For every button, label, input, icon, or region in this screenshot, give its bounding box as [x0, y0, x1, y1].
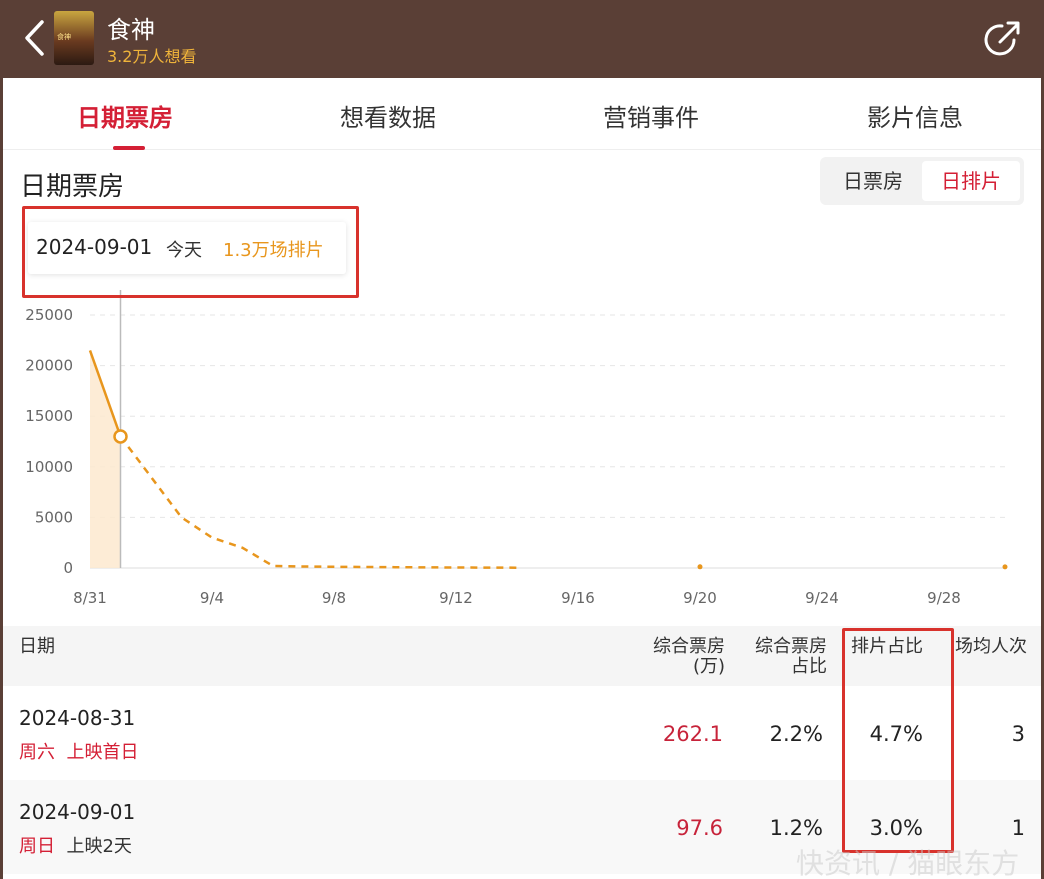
x-tick-label: 9/12 — [439, 589, 473, 607]
screening-share-highlight-box — [842, 628, 954, 853]
tab-daily-box-office[interactable]: 日期票房 — [77, 98, 173, 133]
active-tab-indicator — [113, 146, 145, 150]
x-tick-label: 8/31 — [73, 589, 107, 607]
header-avg-attendance[interactable]: 场均人次 — [955, 637, 1041, 657]
row-subtitle: 周六 上映首日 — [19, 738, 138, 764]
header-box-share-line2: 占比 — [791, 656, 827, 677]
share-icon[interactable] — [984, 18, 1024, 58]
y-tick-label: 0 — [63, 559, 73, 577]
poster-lettering: 食神 — [57, 33, 71, 41]
area-fill — [90, 350, 121, 568]
row-box-office: 97.6 — [676, 816, 723, 840]
header-box-share[interactable]: 综合票房 占比 — [745, 637, 827, 677]
x-tick-label: 9/4 — [200, 589, 224, 607]
row-tag: 上映首日 — [66, 742, 139, 763]
row-date: 2024-09-01 — [19, 800, 136, 824]
x-tick-label: 9/8 — [322, 589, 346, 607]
data-point — [697, 564, 703, 570]
tab-want-data[interactable]: 想看数据 — [340, 98, 436, 133]
x-tick-label: 9/28 — [927, 589, 961, 607]
tab-film-info[interactable]: 影片信息 — [867, 98, 963, 133]
row-box-office: 262.1 — [662, 722, 723, 746]
data-point — [1002, 564, 1008, 570]
y-tick-label: 20000 — [25, 357, 73, 375]
highlight-point — [113, 429, 128, 444]
header-box-office[interactable]: 综合票房 (万) — [643, 637, 725, 677]
x-tick-label: 9/20 — [683, 589, 717, 607]
row-subtitle: 周日 上映2天 — [19, 832, 132, 858]
row-date: 2024-08-31 — [19, 706, 136, 730]
header-date[interactable]: 日期 — [19, 637, 55, 657]
x-tick-label: 9/24 — [805, 589, 839, 607]
row-tag: 上映2天 — [66, 836, 132, 857]
series-line-dashed — [119, 435, 518, 569]
header-box-office-line1: 综合票房 — [653, 636, 725, 657]
y-tick-label: 15000 — [25, 407, 73, 425]
tab-bar: 日期票房 想看数据 营销事件 影片信息 — [3, 78, 1041, 150]
back-arrow-icon[interactable] — [18, 16, 58, 60]
x-tick-label: 9/16 — [561, 589, 595, 607]
metric-toggle: 日票房 日排片 — [820, 157, 1024, 205]
row-weekday: 周六 — [19, 742, 55, 763]
y-tick-label: 5000 — [35, 508, 73, 526]
want-count: 3.2万人想看 — [107, 47, 197, 66]
header-box-office-line2: (万) — [692, 656, 725, 677]
screenings-line-chart[interactable]: 0 5000 10000 15000 20000 25000 8/31 9/4 9/8 9/12 9… — [0, 290, 1044, 620]
header-box-share-line1: 综合票房 — [755, 636, 827, 657]
app-header: 食神 食神 3.2万人想看 — [0, 0, 1044, 78]
movie-poster[interactable]: 食神 — [54, 11, 94, 65]
y-tick-label: 10000 — [25, 458, 73, 476]
section-title: 日期票房 — [20, 172, 125, 202]
toggle-daily-box-office[interactable]: 日票房 — [824, 161, 922, 201]
y-tick-label: 25000 — [25, 306, 73, 324]
tooltip-highlight-box — [22, 206, 359, 298]
movie-title: 食神 — [107, 16, 155, 44]
row-weekday: 周日 — [19, 836, 55, 857]
toggle-daily-screenings[interactable]: 日排片 — [922, 161, 1020, 201]
tab-marketing-events[interactable]: 营销事件 — [603, 98, 699, 133]
watermark: 快资讯 / 猫眼东方 — [796, 847, 1020, 879]
row-box-share: 2.2% — [769, 722, 823, 746]
row-box-share: 1.2% — [769, 816, 823, 840]
